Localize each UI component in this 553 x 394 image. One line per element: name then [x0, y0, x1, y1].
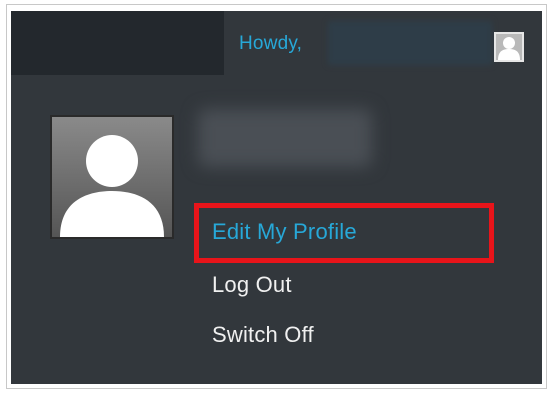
log-out-link[interactable]: Log Out: [212, 272, 292, 298]
user-silhouette-icon: [60, 135, 164, 237]
howdy-greeting-link[interactable]: Howdy,: [239, 33, 302, 55]
admin-toolbar: Howdy,: [11, 11, 542, 75]
user-silhouette-icon: [496, 34, 522, 60]
username-redacted[interactable]: [328, 21, 492, 65]
highlight-annotation-box: [194, 203, 494, 263]
toolbar-avatar[interactable]: [494, 32, 524, 62]
profile-dropdown-menu: Edit My Profile Log Out Switch Off: [11, 75, 542, 384]
switch-off-link[interactable]: Switch Off: [212, 322, 314, 348]
display-name-redacted[interactable]: [198, 109, 372, 167]
profile-avatar[interactable]: [50, 115, 174, 239]
toolbar-left-section: [11, 11, 224, 75]
